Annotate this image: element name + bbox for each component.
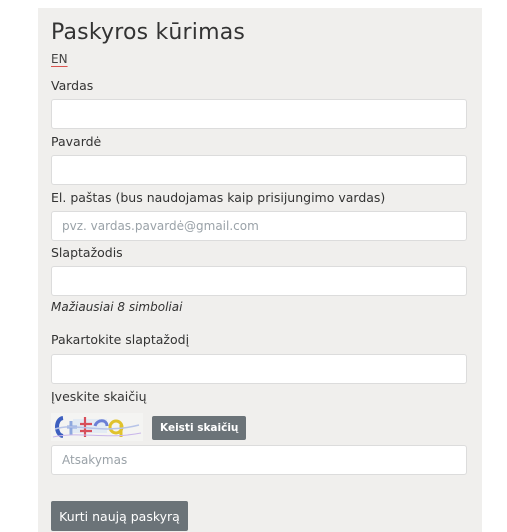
password-hint: Mažiausiai 8 simboliai: [51, 300, 183, 314]
create-account-button[interactable]: Kurti naują paskyrą: [51, 501, 188, 531]
last-name-label: Pavardė: [51, 134, 102, 149]
password-repeat-field[interactable]: [51, 354, 467, 384]
first-name-field[interactable]: [51, 99, 467, 129]
password-repeat-label: Pakartokite slaptažodį: [51, 332, 190, 347]
password-label: Slaptažodis: [51, 245, 123, 260]
email-field[interactable]: [51, 211, 467, 241]
captcha-label: Įveskite skaičių: [51, 389, 147, 404]
language-switch-link[interactable]: EN: [51, 52, 68, 66]
page-title: Paskyros kūrimas: [51, 20, 246, 45]
captcha-noise-graphic: [51, 413, 143, 441]
first-name-label: Vardas: [51, 78, 94, 93]
captcha-image: [51, 413, 143, 441]
last-name-field[interactable]: [51, 155, 467, 185]
password-field[interactable]: [51, 266, 467, 296]
captcha-answer-field[interactable]: [51, 445, 467, 475]
refresh-captcha-button[interactable]: Keisti skaičių: [152, 416, 247, 440]
registration-panel: Paskyros kūrimas EN Vardas Pavardė El. p…: [38, 8, 482, 532]
email-label: El. paštas (bus naudojamas kaip prisijun…: [51, 190, 386, 205]
